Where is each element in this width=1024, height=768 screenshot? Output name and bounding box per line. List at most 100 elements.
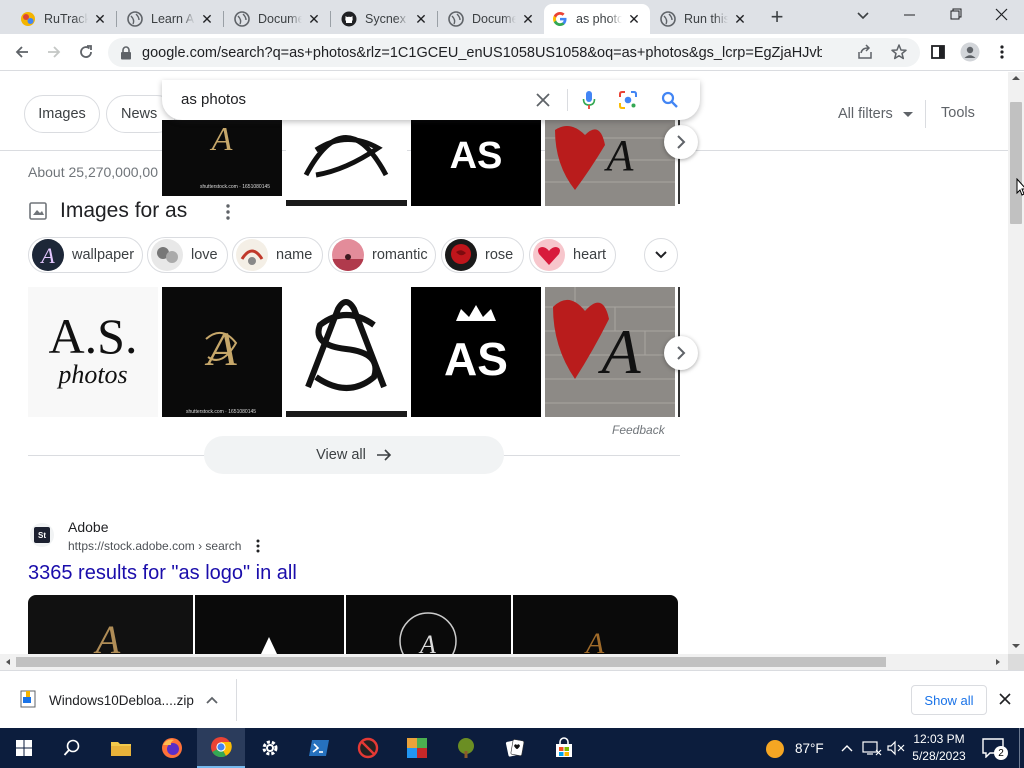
profile-button[interactable] bbox=[956, 38, 984, 66]
clock[interactable]: 12:03 PM 5/28/2023 bbox=[906, 731, 972, 765]
restore-button[interactable] bbox=[938, 4, 974, 28]
image-thumbnail[interactable]: A shutterstock.com · 1651080145 bbox=[162, 287, 282, 417]
tab-learn-about[interactable]: Learn About ✕ bbox=[119, 4, 223, 34]
close-window-button[interactable] bbox=[984, 4, 1020, 28]
vertical-scrollbar[interactable] bbox=[1008, 72, 1024, 654]
scrollbar-thumb[interactable] bbox=[1010, 102, 1022, 224]
chevron-up-icon[interactable] bbox=[205, 695, 219, 705]
file-explorer-button[interactable] bbox=[97, 728, 145, 768]
feedback-link[interactable]: Feedback bbox=[612, 423, 665, 437]
browser-toolbar: google.com/search?q=as+photos&rlz=1C1GCE… bbox=[0, 34, 1024, 71]
image-thumbnail[interactable]: AS bbox=[411, 287, 541, 417]
new-tab-button[interactable]: + bbox=[764, 4, 790, 29]
forward-button[interactable] bbox=[40, 38, 68, 66]
search-button[interactable] bbox=[659, 89, 681, 111]
reload-button[interactable] bbox=[72, 38, 100, 66]
app-button[interactable] bbox=[393, 728, 441, 768]
tree-app-button[interactable] bbox=[442, 728, 490, 768]
tools-button[interactable]: Tools bbox=[941, 105, 975, 121]
weather-temp[interactable]: 87°F bbox=[795, 741, 824, 756]
lock-icon[interactable] bbox=[120, 46, 132, 60]
close-download-bar-button[interactable] bbox=[998, 692, 1012, 706]
github-icon bbox=[341, 11, 357, 27]
image-thumbnail[interactable]: A bbox=[513, 595, 678, 654]
suggestion-name[interactable]: name bbox=[232, 237, 323, 273]
image-thumbnail[interactable] bbox=[286, 120, 407, 206]
image-thumbnail[interactable]: A.S. photos bbox=[28, 287, 158, 417]
chip-images[interactable]: Images bbox=[24, 95, 100, 133]
settings-button[interactable] bbox=[246, 728, 294, 768]
chevron-right-icon bbox=[677, 346, 686, 360]
show-all-downloads-button[interactable]: Show all bbox=[911, 685, 987, 715]
result-options-button[interactable] bbox=[251, 538, 265, 554]
network-icon[interactable] bbox=[862, 740, 882, 756]
close-icon[interactable]: ✕ bbox=[413, 11, 429, 27]
close-icon[interactable]: ✕ bbox=[626, 11, 642, 27]
back-button[interactable] bbox=[8, 38, 36, 66]
image-thumbnail[interactable]: A bbox=[545, 120, 675, 206]
close-icon[interactable]: ✕ bbox=[520, 11, 536, 27]
suggestion-heart[interactable]: heart bbox=[529, 237, 616, 273]
search-box[interactable]: as photos bbox=[162, 80, 700, 120]
search-input[interactable]: as photos bbox=[181, 91, 246, 108]
carousel-next-button[interactable] bbox=[664, 336, 698, 370]
image-thumbnail[interactable] bbox=[195, 595, 344, 654]
blocked-app-button[interactable] bbox=[344, 728, 392, 768]
menu-button[interactable] bbox=[988, 38, 1016, 66]
chevron-up-icon[interactable] bbox=[840, 742, 854, 754]
google-icon bbox=[552, 11, 568, 27]
volume-muted-icon[interactable] bbox=[886, 740, 906, 756]
start-button[interactable] bbox=[0, 728, 48, 768]
view-all-button[interactable]: View all bbox=[204, 436, 504, 474]
tab-document-2[interactable]: Document ✕ bbox=[440, 4, 544, 34]
image-thumbnail[interactable]: A bbox=[28, 595, 193, 654]
carousel-next-button[interactable] bbox=[664, 125, 698, 159]
close-icon[interactable]: ✕ bbox=[732, 11, 748, 27]
image-thumbnail[interactable]: AS bbox=[411, 120, 541, 206]
voice-search-button[interactable] bbox=[578, 89, 600, 111]
tab-run-this[interactable]: Run this ✕ bbox=[652, 4, 756, 34]
bookmark-star-icon[interactable] bbox=[890, 43, 908, 61]
notifications-button[interactable]: 2 bbox=[982, 738, 1008, 760]
download-item[interactable]: Windows10Debloa....zip bbox=[0, 671, 236, 728]
folder-icon bbox=[111, 742, 131, 756]
image-thumbnail[interactable]: A bbox=[545, 287, 675, 417]
image-thumbnail[interactable]: A shutterstock.com · 1651080145 bbox=[162, 120, 282, 196]
weather-icon[interactable] bbox=[764, 738, 786, 760]
all-filters-button[interactable]: All filters bbox=[838, 106, 917, 122]
horizontal-scrollbar[interactable] bbox=[0, 654, 1008, 670]
store-button[interactable] bbox=[540, 728, 588, 768]
address-bar[interactable]: google.com/search?q=as+photos&rlz=1C1GCE… bbox=[108, 38, 920, 67]
solitaire-button[interactable] bbox=[491, 728, 539, 768]
taskbar-search-button[interactable] bbox=[48, 728, 96, 768]
powershell-button[interactable] bbox=[295, 728, 343, 768]
lens-search-button[interactable] bbox=[617, 89, 639, 111]
more-options-button[interactable] bbox=[221, 203, 235, 221]
tab-search-button[interactable] bbox=[850, 6, 876, 26]
minimize-button[interactable] bbox=[892, 4, 928, 28]
tab-document-1[interactable]: Document ✕ bbox=[226, 4, 330, 34]
close-icon[interactable]: ✕ bbox=[199, 11, 215, 27]
suggestion-love[interactable]: love bbox=[147, 237, 228, 273]
tab-as-photos[interactable]: as photos ✕ bbox=[544, 4, 650, 34]
result-title-link[interactable]: 3365 results for "as logo" in all bbox=[28, 562, 297, 585]
side-panel-button[interactable] bbox=[924, 38, 952, 66]
suggestion-wallpaper[interactable]: A wallpaper bbox=[28, 237, 143, 273]
suggestion-rose[interactable]: rose bbox=[441, 237, 524, 273]
clear-search-button[interactable] bbox=[532, 89, 554, 111]
kebab-menu-icon bbox=[256, 539, 260, 553]
svg-text:A: A bbox=[597, 316, 641, 387]
chrome-button[interactable] bbox=[197, 728, 245, 768]
expand-suggestions-button[interactable] bbox=[644, 238, 678, 272]
tab-sycnex[interactable]: Sycnex ✕ bbox=[333, 4, 437, 34]
suggestion-romantic[interactable]: romantic bbox=[328, 237, 436, 273]
image-thumbnail[interactable]: A bbox=[346, 595, 511, 654]
share-icon[interactable] bbox=[856, 44, 874, 60]
image-thumbnail[interactable] bbox=[286, 287, 407, 417]
scroll-right-icon bbox=[996, 659, 1000, 665]
scrollbar-thumb[interactable] bbox=[16, 657, 886, 667]
close-icon[interactable]: ✕ bbox=[92, 11, 108, 27]
close-icon[interactable]: ✕ bbox=[306, 11, 322, 27]
tab-rutracker[interactable]: RuTracker ✕ bbox=[12, 4, 116, 34]
firefox-button[interactable] bbox=[148, 728, 196, 768]
